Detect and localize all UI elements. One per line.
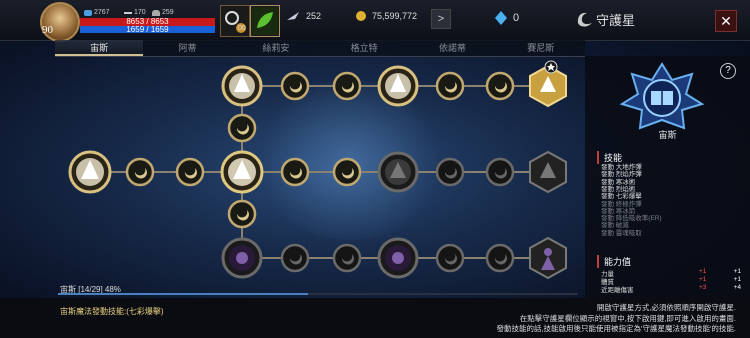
node-row2-4[interactable] bbox=[332, 157, 362, 187]
magic-skill-label: 宙斯魔法發動技能:(七彩爆擊) bbox=[60, 307, 164, 316]
skill-item: 發動 終極炸彈 bbox=[601, 200, 642, 208]
ability-value: +4 bbox=[733, 284, 741, 291]
node-row1-4[interactable] bbox=[377, 65, 419, 107]
help-button[interactable]: ? bbox=[720, 63, 736, 79]
node-row3-final-locked[interactable] bbox=[529, 236, 567, 280]
node-row3-1-locked[interactable] bbox=[221, 237, 263, 279]
hint-line-1: 開啟守護星方式,必須依照順序開啟守護星. bbox=[596, 303, 736, 312]
emblem-name: 宙斯 bbox=[658, 130, 677, 140]
node-row1-3[interactable] bbox=[332, 71, 362, 101]
node-row1-final[interactable] bbox=[529, 60, 567, 108]
node-branch-upper[interactable] bbox=[227, 113, 257, 143]
node-row3-6-locked[interactable] bbox=[485, 243, 515, 273]
skill-item: 發動 寒冰箭 bbox=[601, 207, 636, 215]
node-row3-3-locked[interactable] bbox=[332, 243, 362, 273]
skill-item: 發動 七彩爆擊 bbox=[601, 193, 642, 201]
node-row1-5[interactable] bbox=[435, 71, 465, 101]
node-row2-2[interactable] bbox=[175, 157, 205, 187]
abilities-header: 能力值 bbox=[597, 255, 631, 268]
node-row2-1[interactable] bbox=[125, 157, 155, 187]
ability-label: 近距離傷害 bbox=[601, 287, 634, 294]
skill-item: 發動 寒冰術 bbox=[601, 178, 636, 186]
zeus-emblem-icon bbox=[620, 62, 704, 130]
window-title: 守護星 bbox=[596, 13, 636, 28]
skills-header: 技能 bbox=[597, 151, 622, 164]
skill-item: 發動 烈焰炸彈 bbox=[601, 171, 642, 179]
node-row1-6[interactable] bbox=[485, 71, 515, 101]
skill-item: 發動 破滅 bbox=[601, 222, 629, 230]
node-row3-5-locked[interactable] bbox=[435, 243, 465, 273]
node-row2-final-locked[interactable] bbox=[529, 150, 567, 194]
ability-delta: +3 bbox=[699, 284, 707, 291]
node-row2-hub[interactable] bbox=[220, 150, 264, 194]
node-row1-2[interactable] bbox=[280, 71, 310, 101]
node-row2-7-locked[interactable] bbox=[485, 157, 515, 187]
node-root[interactable] bbox=[68, 150, 112, 194]
node-row2-3[interactable] bbox=[280, 157, 310, 187]
star-tree bbox=[68, 60, 567, 280]
close-button[interactable]: ✕ bbox=[715, 10, 737, 32]
progress-fill bbox=[58, 293, 308, 295]
skill-item: 發動 靈魂吸取 bbox=[601, 229, 642, 237]
node-row2-6-locked[interactable] bbox=[435, 157, 465, 187]
tree-connectors bbox=[90, 85, 548, 259]
ability-row: 近距離傷害 +3 +4 bbox=[601, 284, 741, 294]
node-row2-5-locked[interactable] bbox=[377, 151, 419, 193]
node-row1-1[interactable] bbox=[221, 65, 263, 107]
node-row3-2-locked[interactable] bbox=[280, 243, 310, 273]
hint-text: 開啟守護星方式,必須依照順序開啟守護星. 在點擊守護星欄位顯示的視窗中,按下啟用… bbox=[406, 303, 736, 335]
hint-line-3: 發動技能的話,技能啟用後只能使用被指定為'守護星魔法發動技能'的技能. bbox=[496, 324, 736, 333]
node-row3-4-locked[interactable] bbox=[377, 237, 419, 279]
node-branch-lower[interactable] bbox=[227, 199, 257, 229]
hint-line-2: 在點擊守護星欄位顯示的視窗中,按下啟用鍵,即可進入啟用的畫面. bbox=[519, 313, 736, 323]
